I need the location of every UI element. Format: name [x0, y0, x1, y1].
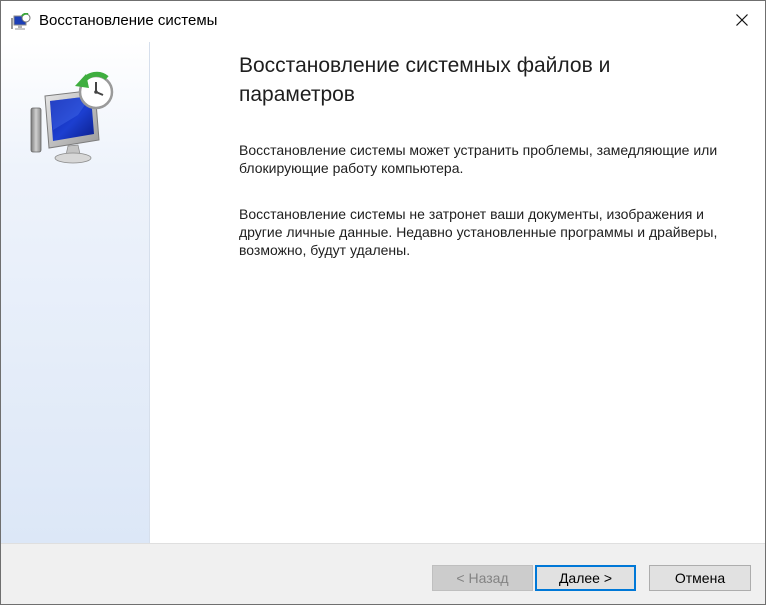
system-restore-icon [11, 12, 31, 31]
wizard-footer: < Назад Далее > Отмена [1, 543, 765, 604]
wizard-sidebar [1, 42, 150, 543]
close-icon [736, 13, 748, 31]
title-bar[interactable]: Восстановление системы [1, 1, 765, 42]
back-button[interactable]: < Назад [432, 565, 533, 591]
cancel-button[interactable]: Отмена [649, 565, 751, 591]
description-paragraph: Восстановление системы не затронет ваши … [239, 206, 718, 258]
system-restore-icon [23, 70, 123, 170]
next-button[interactable]: Далее > [535, 565, 636, 591]
system-restore-window: Восстановление системы Восстановление си… [0, 0, 766, 605]
close-button[interactable] [719, 1, 765, 42]
page-title: Восстановление системных файлов и параме… [239, 54, 611, 106]
window-title: Восстановление системы [39, 12, 218, 29]
description-paragraph: Восстановление системы может устранить п… [239, 142, 718, 176]
wizard-content: Восстановление системных файлов и параме… [150, 42, 765, 543]
